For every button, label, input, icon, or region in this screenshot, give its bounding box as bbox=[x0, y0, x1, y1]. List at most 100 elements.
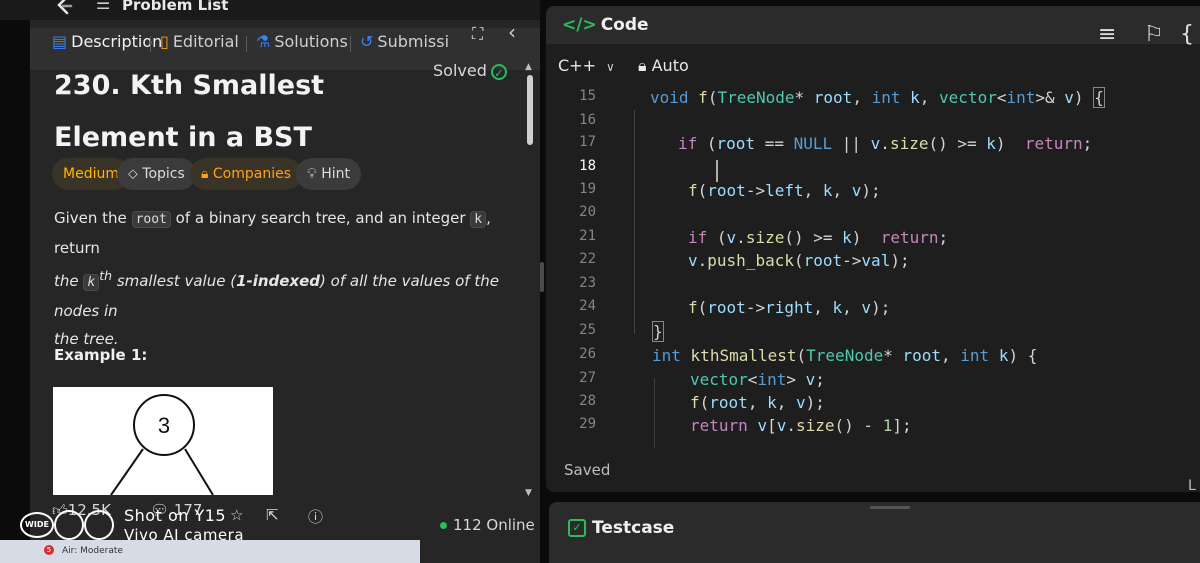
list-icon[interactable]: ☰ bbox=[96, 0, 110, 13]
testcase-resize-handle[interactable] bbox=[870, 506, 910, 509]
language-select[interactable]: C++ ∨ bbox=[558, 56, 615, 75]
history-icon: ↺ bbox=[360, 32, 374, 51]
companies-button[interactable]: 🔒︎ Companies bbox=[190, 158, 303, 190]
desc-text: smallest value ( bbox=[112, 272, 237, 290]
scroll-down-arrow-icon[interactable]: ▼ bbox=[525, 488, 532, 498]
tab-divider bbox=[350, 36, 351, 52]
code-text: vector<int> v; bbox=[690, 370, 825, 389]
save-status: Saved bbox=[564, 461, 611, 479]
braces-icon[interactable]: { bbox=[1180, 22, 1194, 47]
code-line: 24 f(root->right, k, v); bbox=[546, 298, 1200, 322]
code-line: 17 if (root == NULL || v.size() >= k) ret… bbox=[546, 134, 1200, 158]
topics-button[interactable]: ⬦ Topics bbox=[117, 158, 196, 190]
line-number: 24 bbox=[579, 298, 596, 314]
code-brackets-icon: </> bbox=[562, 15, 597, 35]
watermark-circle-icon bbox=[84, 510, 114, 540]
air-quality-label[interactable]: Air: Moderate bbox=[62, 546, 123, 556]
auto-toggle[interactable]: 🔒︎ Auto bbox=[638, 56, 689, 76]
tree-diagram: 3 bbox=[110, 394, 214, 495]
online-dot-icon bbox=[440, 522, 447, 529]
solved-label: Solved bbox=[433, 61, 487, 80]
lightbulb-icon: 💡︎ bbox=[307, 166, 322, 182]
check-circle-icon: ✓ bbox=[490, 63, 507, 80]
testcase-tab[interactable]: ✓ Testcase bbox=[568, 518, 674, 538]
tab-submissions[interactable]: ↺ Submissi bbox=[360, 32, 449, 51]
lock-icon: 🔒︎ bbox=[201, 166, 213, 182]
code-text: v.push_back(root->val); bbox=[688, 251, 910, 270]
tab-divider bbox=[150, 36, 151, 52]
watermark-line-1: Shot on Y15 bbox=[124, 506, 227, 525]
problem-list-link[interactable]: Problem List bbox=[122, 0, 228, 14]
code-title-label: Code bbox=[600, 15, 649, 35]
language-value: C++ bbox=[558, 56, 596, 75]
code-text: if (root == NULL || v.size() >= k) retur… bbox=[678, 134, 1093, 153]
lock-icon: 🔒︎ bbox=[638, 56, 652, 75]
desc-text: the bbox=[54, 272, 84, 290]
code-editor[interactable]: 15 void f(TreeNode* root, int k, vector<i… bbox=[546, 87, 1200, 448]
book-icon: ▯ bbox=[160, 32, 169, 51]
desc-text: Given the bbox=[54, 209, 132, 227]
share-icon[interactable]: ⇱ bbox=[266, 506, 279, 524]
code-text: } bbox=[652, 321, 664, 342]
code-line: 27 vector<int> v; bbox=[546, 370, 1200, 394]
online-label: 112 Online bbox=[453, 516, 535, 534]
code-text: int kthSmallest(TreeNode* root, int k) { bbox=[652, 346, 1038, 365]
code-text: return v[v.size() - 1]; bbox=[690, 416, 912, 435]
problem-title: 230. Kth Smallest Element in a BST bbox=[54, 70, 325, 153]
bookmark-icon[interactable]: ⚐ bbox=[1144, 22, 1164, 47]
tab-description-label: Description bbox=[71, 32, 163, 51]
hint-label: Hint bbox=[321, 166, 351, 182]
example-tree-image: 3 bbox=[53, 387, 273, 495]
tab-submissions-label: Submissi bbox=[377, 32, 450, 51]
code-line: 23 bbox=[546, 275, 1200, 299]
tab-editorial[interactable]: ▯ Editorial bbox=[160, 32, 239, 51]
companies-label: Companies bbox=[212, 166, 292, 182]
code-line: 28 f(root, k, v); bbox=[546, 393, 1200, 417]
code-line: 19 f(root->left, k, v); bbox=[546, 181, 1200, 205]
hint-button[interactable]: 💡︎ Hint bbox=[296, 158, 362, 190]
help-icon[interactable]: ⓘ bbox=[308, 506, 323, 527]
code-line: 22 v.push_back(root->val); bbox=[546, 251, 1200, 275]
line-number: 29 bbox=[579, 416, 596, 432]
scrollbar-thumb[interactable] bbox=[527, 75, 533, 145]
desc-italic: the k th smallest value (1-indexed) of al… bbox=[54, 268, 499, 348]
format-icon[interactable]: ≡ bbox=[1098, 22, 1116, 47]
chevron-down-icon: ∨ bbox=[605, 60, 615, 74]
code-line: 29 return v[v.size() - 1]; bbox=[546, 416, 1200, 440]
topics-label: Topics bbox=[142, 166, 185, 182]
line-number: 27 bbox=[579, 370, 596, 386]
code-text: void f(TreeNode* root, int k, vector<int… bbox=[650, 87, 1105, 108]
checkbox-icon: ✓ bbox=[568, 519, 586, 537]
code-line: 15 void f(TreeNode* root, int k, vector<i… bbox=[546, 87, 1200, 112]
line-number: 23 bbox=[579, 275, 596, 291]
line-number: 17 bbox=[579, 134, 596, 150]
example-heading: Example 1: bbox=[54, 346, 148, 364]
scroll-up-arrow-icon[interactable]: ▲ bbox=[525, 62, 532, 72]
watermark-line-2: Vivo AI camera bbox=[124, 526, 245, 544]
problem-description: Given the root of a binary search tree, … bbox=[54, 204, 514, 353]
leetcode-logo-icon[interactable] bbox=[52, 0, 76, 18]
maximize-icon[interactable]: ⛶ bbox=[472, 24, 483, 44]
solved-status: Solved ✓ bbox=[433, 61, 507, 80]
code-text: f(root, k, v); bbox=[690, 393, 825, 412]
tab-solutions[interactable]: ⚗ Solutions bbox=[256, 32, 348, 51]
inline-code: k bbox=[83, 274, 100, 291]
code-text: f(root->right, k, v); bbox=[688, 298, 891, 317]
inline-code: k bbox=[470, 211, 487, 228]
chevron-left-icon[interactable]: ‹ bbox=[508, 20, 516, 44]
auto-label: Auto bbox=[651, 56, 689, 75]
code-line: 25} bbox=[546, 321, 1200, 346]
tag-icon: ⬦ bbox=[128, 166, 143, 182]
watermark-circle-icon bbox=[54, 510, 84, 540]
code-text: if (v.size() >= k) return; bbox=[688, 228, 949, 247]
line-number: 18 bbox=[579, 158, 596, 174]
testcase-label: Testcase bbox=[592, 518, 675, 538]
line-number: 28 bbox=[579, 393, 596, 409]
line-number: 25 bbox=[579, 322, 596, 338]
tab-divider bbox=[246, 36, 247, 52]
tab-solutions-label: Solutions bbox=[274, 32, 348, 51]
tree-node-value: 3 bbox=[158, 413, 170, 438]
tab-description[interactable]: ▤ Description bbox=[52, 32, 162, 51]
panel-resize-handle[interactable] bbox=[540, 262, 544, 292]
star-icon[interactable]: ☆ bbox=[230, 506, 243, 524]
